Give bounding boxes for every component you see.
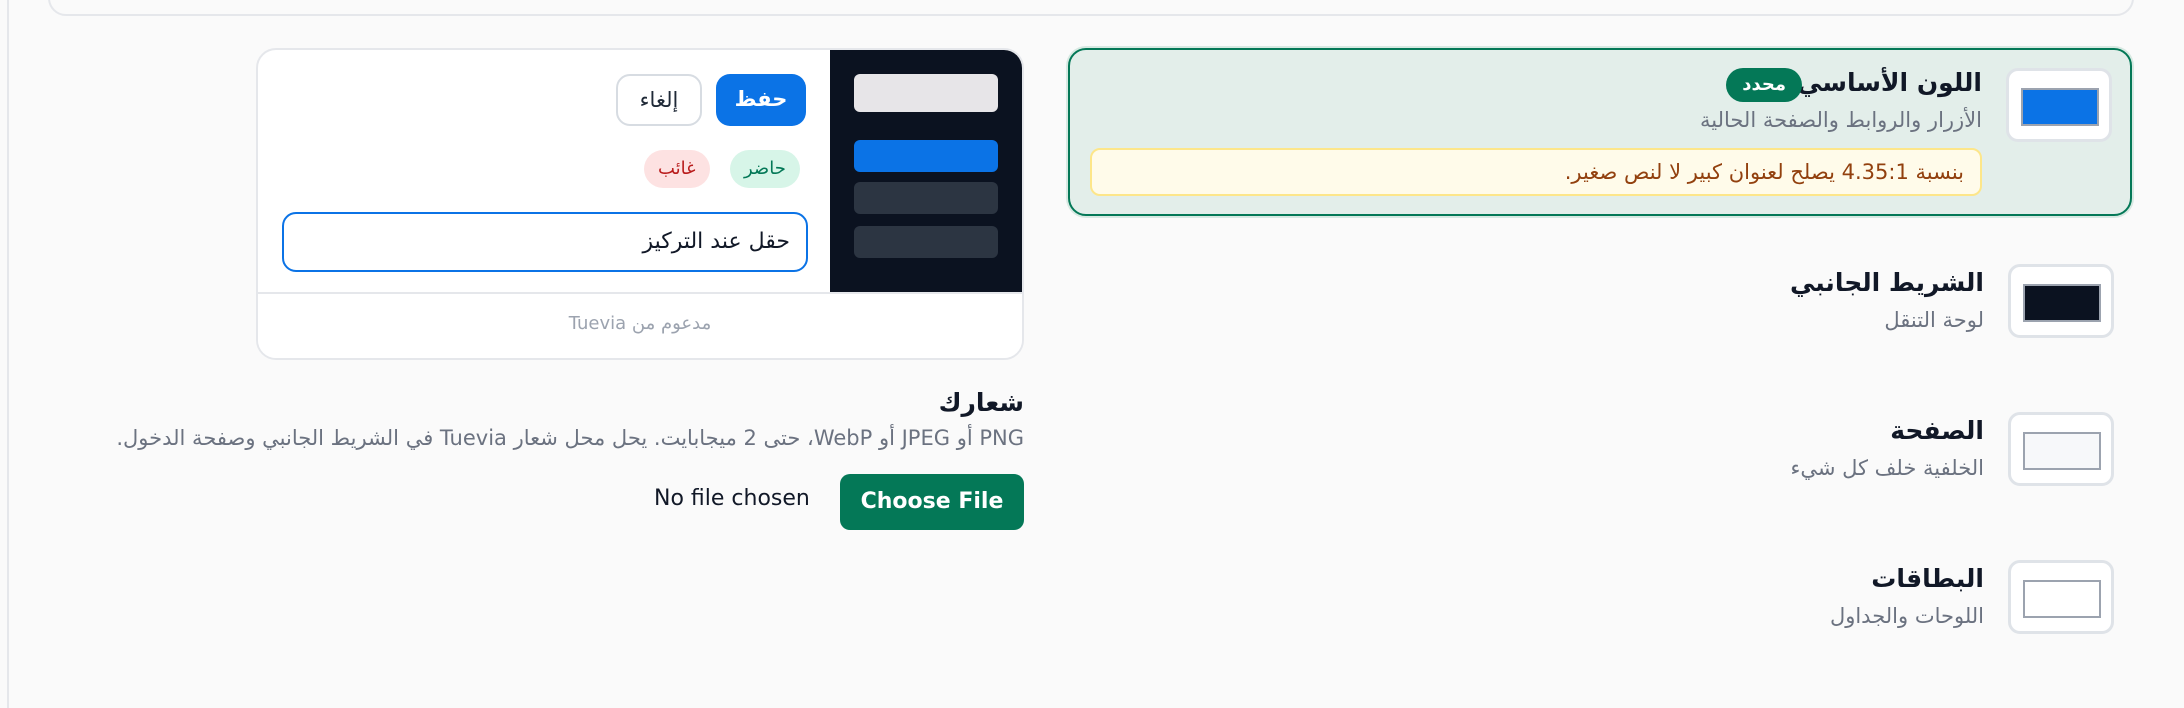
preview-save-button: حفظ [716,74,806,126]
preview-present-pill: حاضر [730,150,800,188]
preview-cancel-button: إلغاء [616,74,702,126]
preview-sidebar [830,50,1022,298]
color-swatch-button-cards[interactable] [2008,560,2114,634]
color-row-sidebar[interactable]: الشريط الجانبي لوحة التنقل [1068,264,2132,360]
top-card-edge [48,0,2134,16]
cards-color-title: البطاقات [1871,564,1984,593]
primary-color-subtitle: الأزرار والروابط والصفحة الحالية [1699,108,1982,132]
color-swatch-button-primary[interactable] [2006,68,2112,142]
preview-logo-placeholder [854,74,998,112]
panel-left-border [7,0,9,708]
logo-section-title: شعارك [938,388,1024,417]
color-swatch-button-page[interactable] [2008,412,2114,486]
selected-badge: محدد [1726,68,1802,102]
page-color-title: الصفحة [1890,416,1984,445]
color-row-cards[interactable]: البطاقات اللوحات والجداول [1068,560,2132,656]
preview-focused-input: حقل عند التركيز [282,212,808,272]
preview-nav-item [854,182,998,214]
choose-file-button[interactable]: Choose File [840,474,1024,530]
color-swatch-button-sidebar[interactable] [2008,264,2114,338]
preview-absent-pill: غائب [644,150,710,188]
color-row-primary[interactable]: اللون الأساسي محدد الأزرار والروابط والص… [1068,48,2132,216]
preview-nav-item [854,226,998,258]
page-color-subtitle: الخلفية خلف كل شيء [1790,456,1984,480]
page-color-swatch [2023,432,2101,470]
theme-preview-card: حفظ إلغاء حاضر غائب حقل عند التركيز مدعو… [256,48,1024,360]
preview-active-nav-item [854,140,998,172]
sidebar-color-subtitle: لوحة التنقل [1884,308,1984,332]
primary-color-title: اللون الأساسي [1797,68,1982,97]
color-row-page[interactable]: الصفحة الخلفية خلف كل شيء [1068,412,2132,508]
logo-upload-help: PNG أو JPEG أو WebP، حتى 2 ميجابايت. يحل… [116,426,1024,450]
contrast-warning: بنسبة 4.35:1 يصلح لعنوان كبير لا لنص صغي… [1090,148,1982,196]
cards-color-swatch [2023,580,2101,618]
sidebar-color-title: الشريط الجانبي [1789,268,1984,297]
sidebar-color-swatch [2023,284,2101,322]
preview-footer: مدعوم من Tuevia [258,292,1022,358]
cards-color-subtitle: اللوحات والجداول [1829,604,1984,628]
file-status-text: No file chosen [654,486,810,511]
primary-color-swatch [2021,88,2099,126]
